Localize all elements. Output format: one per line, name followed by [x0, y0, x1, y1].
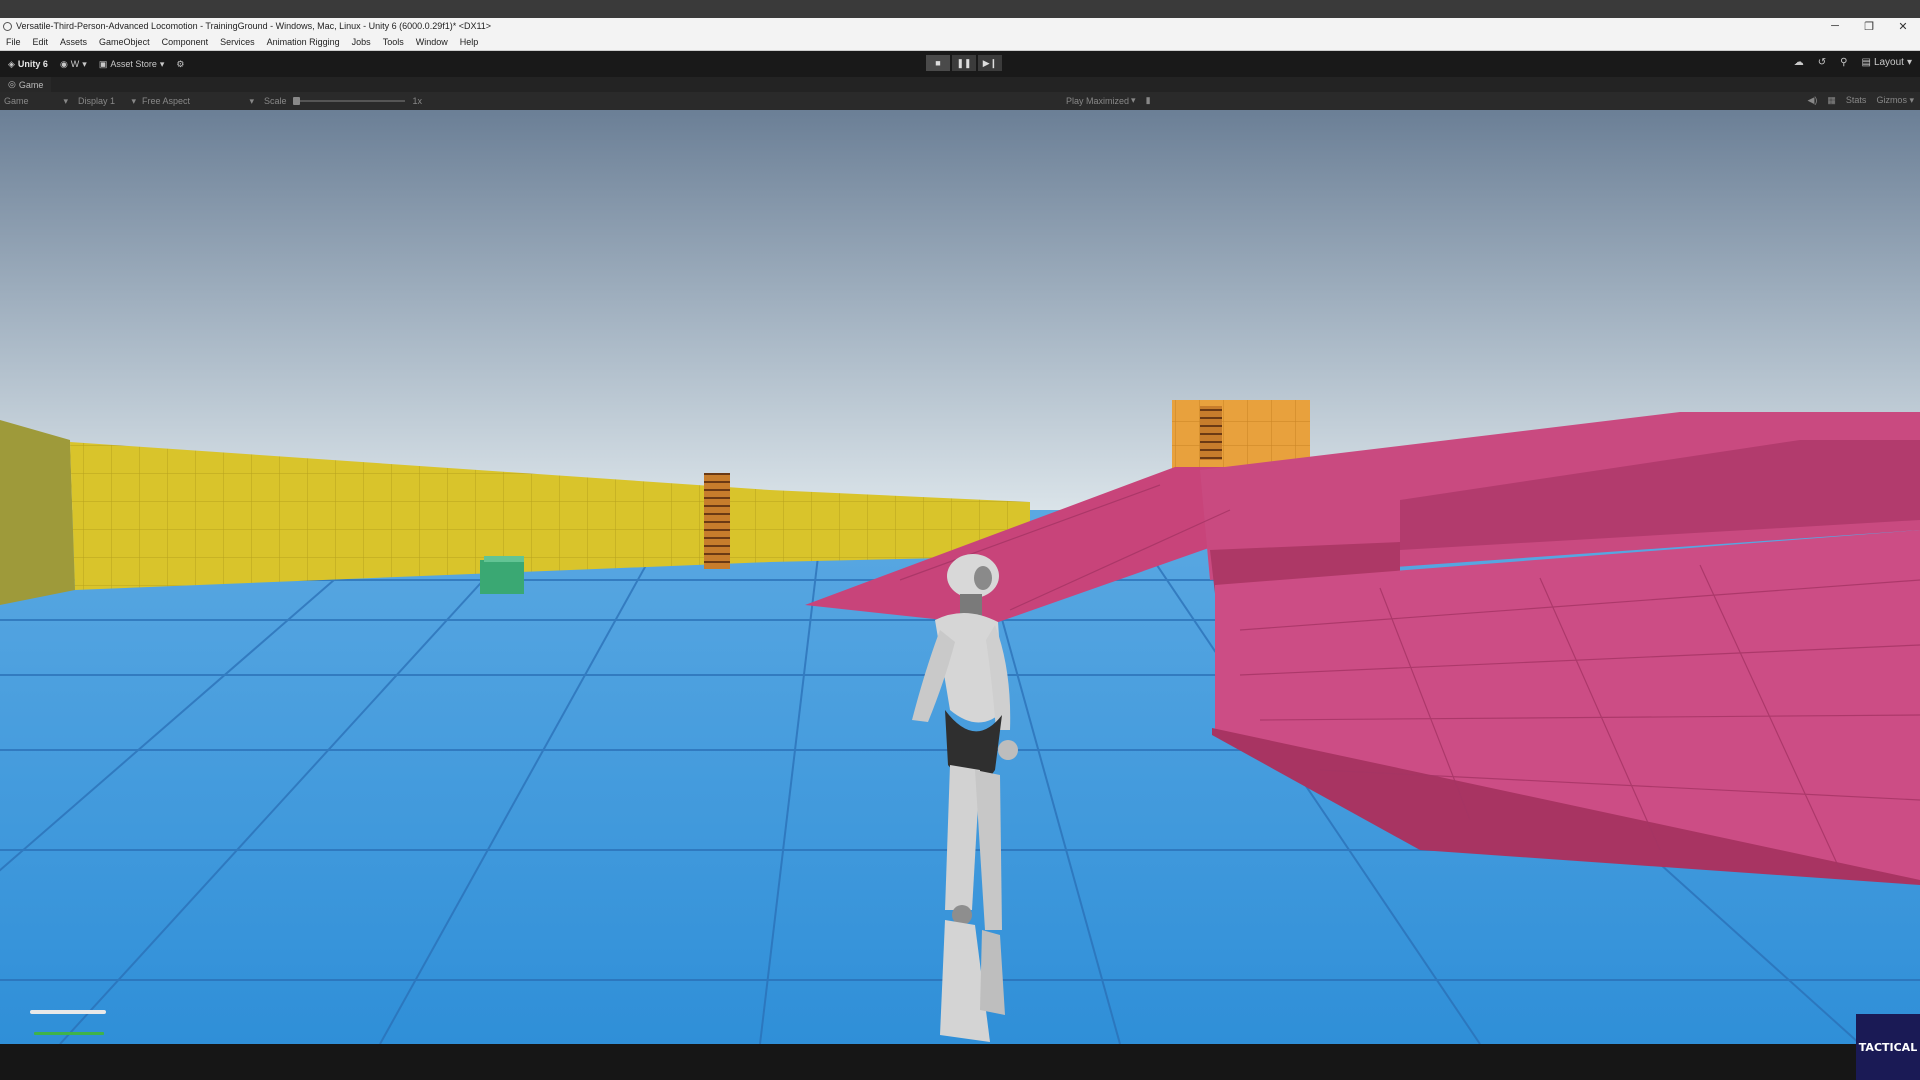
display-label: Display 1	[78, 96, 116, 106]
play-mode-label: Play Maximized	[1066, 95, 1130, 106]
asset-store-label: Asset Store	[110, 59, 157, 69]
unity-label: Unity 6	[17, 59, 48, 69]
main-toolbar: ◈ Unity 6 ◉ W ▾ ▣ Asset Store ▾ ⚙ ■ ❚❚ ▶…	[0, 51, 1920, 77]
mute-lock-icon[interactable]: ▮	[1146, 95, 1151, 106]
menu-component[interactable]: Component	[156, 37, 215, 47]
gizmos-button[interactable]: Gizmos ▾	[1876, 95, 1914, 106]
window-title-bar: Versatile-Third-Person-Advanced Locomoti…	[0, 18, 1920, 34]
hud-health-bar	[34, 1032, 104, 1035]
tactical-logo: TACTICAL	[1856, 1014, 1920, 1080]
tactical-logo-text: TACTICAL	[1858, 1040, 1918, 1054]
green-cube-top	[484, 556, 524, 562]
close-button[interactable]: ✕	[1886, 20, 1920, 33]
audio-icon[interactable]: ◀)	[1807, 95, 1817, 106]
menu-bar: File Edit Assets GameObject Component Se…	[0, 34, 1920, 51]
layout-icon: ▤	[1861, 57, 1871, 68]
stop-icon: ■	[935, 58, 941, 68]
view-mode-dropdown[interactable]: Game ▾	[0, 96, 68, 107]
game-scene	[0, 110, 1920, 1044]
pause-icon: ❚❚	[956, 57, 972, 68]
unity-app-icon	[3, 21, 12, 31]
menu-assets[interactable]: Assets	[54, 37, 93, 47]
game-view-toolbar: Game ▾ Display 1 ▾ Free Aspect ▾ Scale 1…	[0, 92, 1920, 111]
gizmos-label: Gizmos	[1876, 95, 1907, 105]
menu-edit[interactable]: Edit	[27, 37, 55, 47]
tab-game[interactable]: ◎ Game	[0, 77, 52, 92]
scale-slider-handle[interactable]	[292, 97, 300, 105]
frame-icon[interactable]: ▦	[1827, 95, 1836, 106]
play-mode-dropdown[interactable]: Play Maximized ▾ ▮	[1066, 95, 1151, 106]
chevron-down-icon: ▾	[82, 58, 87, 69]
scale-label: Scale	[264, 96, 287, 106]
ladder-left	[704, 473, 730, 569]
cloud-icon[interactable]: ☁	[1794, 57, 1804, 68]
account-dropdown[interactable]: ◉ W ▾	[60, 59, 87, 70]
olive-wall	[0, 420, 75, 605]
search-icon[interactable]: ⚲	[1840, 57, 1847, 68]
menu-file[interactable]: File	[0, 37, 27, 47]
cloud-settings-icon: ⚙	[176, 58, 185, 69]
menu-tools[interactable]: Tools	[377, 37, 410, 47]
aspect-label: Free Aspect	[142, 96, 191, 106]
account-label: W	[70, 59, 80, 69]
menu-animation-rigging[interactable]: Animation Rigging	[261, 37, 346, 47]
gamepad-icon: ◎	[8, 79, 16, 89]
layout-dropdown[interactable]: ▤ Layout ▾	[1861, 57, 1912, 68]
minimize-button[interactable]: ─	[1818, 20, 1852, 33]
scale-control: Scale 1x	[254, 96, 422, 106]
scale-value: 1x	[412, 96, 423, 106]
cloud-services-button[interactable]: ⚙	[176, 59, 184, 70]
layout-label: Layout	[1873, 57, 1904, 68]
game-tab-bar: ◎ Game	[0, 77, 1920, 92]
game-viewport[interactable]	[0, 110, 1920, 1044]
stats-button[interactable]: Stats	[1846, 95, 1867, 106]
green-cube	[480, 560, 524, 594]
account-icon: ◉	[59, 58, 68, 69]
os-top-strip	[0, 0, 1920, 18]
display-dropdown[interactable]: Display 1 ▾	[68, 96, 136, 107]
restore-button[interactable]: ❐	[1852, 20, 1886, 33]
play-controls: ■ ❚❚ ▶❙	[926, 55, 1002, 71]
scale-slider[interactable]	[292, 97, 405, 105]
step-button[interactable]: ▶❙	[978, 55, 1002, 71]
menu-window[interactable]: Window	[410, 37, 454, 47]
unity-logo-icon: ◈	[8, 58, 15, 69]
asset-store-button[interactable]: ▣ Asset Store ▾	[99, 59, 165, 70]
menu-help[interactable]: Help	[454, 37, 485, 47]
menu-jobs[interactable]: Jobs	[346, 37, 377, 47]
aspect-dropdown[interactable]: Free Aspect ▾	[136, 96, 254, 107]
chevron-down-icon: ▾	[1131, 95, 1136, 105]
chevron-down-icon: ▾	[1906, 57, 1912, 68]
history-icon[interactable]: ↺	[1818, 57, 1826, 68]
step-icon: ▶❙	[982, 57, 998, 68]
unity-account-button[interactable]: ◈ Unity 6	[8, 59, 48, 70]
menu-gameobject[interactable]: GameObject	[93, 37, 156, 47]
shopping-bag-icon: ▣	[98, 58, 108, 69]
ladder-right	[1200, 406, 1222, 460]
view-mode-label: Game	[4, 96, 29, 106]
chevron-down-icon: ▾	[1909, 95, 1914, 105]
chevron-down-icon: ▾	[159, 58, 165, 69]
pause-button[interactable]: ❚❚	[952, 55, 976, 71]
play-button[interactable]: ■	[926, 55, 950, 71]
hud-stamina-bar	[30, 1010, 106, 1014]
window-title: Versatile-Third-Person-Advanced Locomoti…	[16, 21, 492, 31]
tab-game-label: Game	[18, 79, 44, 90]
bottom-bar	[0, 1044, 1920, 1080]
menu-services[interactable]: Services	[214, 37, 261, 47]
